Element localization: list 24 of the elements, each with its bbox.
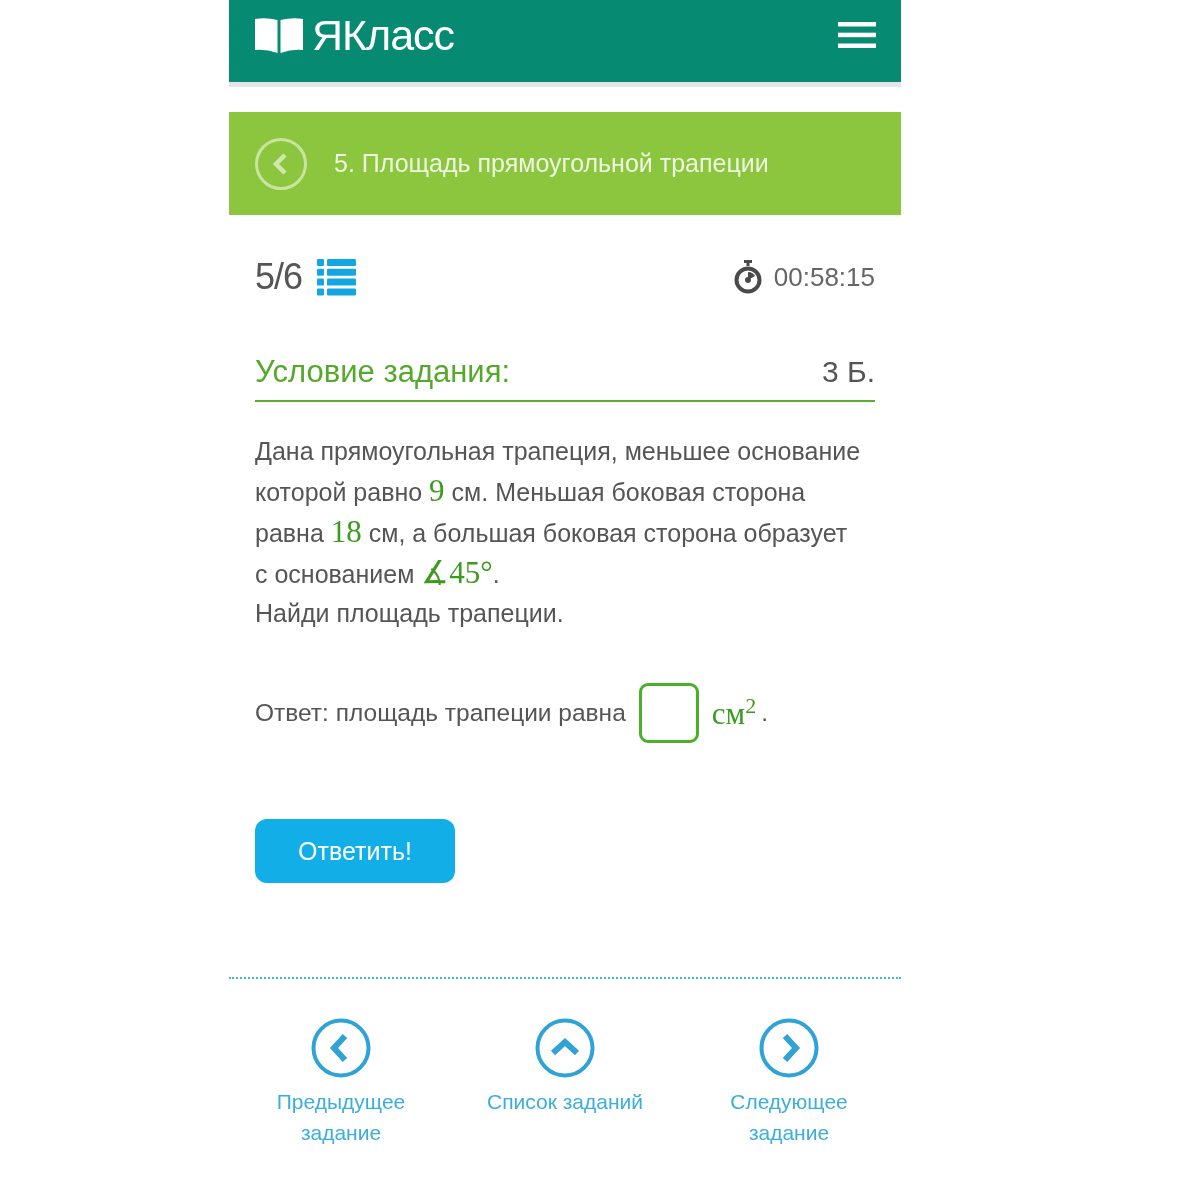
points-text: 3 Б.	[821, 355, 875, 389]
timer-text: 00:58:15	[773, 261, 875, 293]
topic-title: 5. Площадь прямоугольной трапеции	[334, 149, 769, 178]
chevron-up-circle-icon	[535, 1018, 595, 1078]
list-icon[interactable]	[317, 258, 357, 296]
back-button[interactable]	[255, 137, 307, 190]
open-book-icon	[255, 17, 303, 53]
answer-text: Ответ: площадь трапеции равна	[255, 699, 626, 727]
previous-task-link[interactable]: Предыдущее задание	[256, 1018, 426, 1148]
chevron-left-icon	[271, 152, 288, 175]
answer-input-field[interactable]	[638, 683, 699, 743]
chevron-left-circle-icon	[311, 1018, 371, 1078]
problem-text: Дана прямоугольная трапеция, меньшее основание которой равно 9 см. Меньшая боковая сторона равна 18 см, а большая боковая сторона образует с основанием ∡45°.	[255, 436, 862, 592]
task-counter: 5/6	[255, 256, 303, 298]
question-text: Найди площадь трапеции.	[255, 598, 565, 629]
next-task-link[interactable]: Следующее задание	[704, 1018, 874, 1148]
unit-text: см$^{2}$	[711, 693, 757, 733]
logo-text[interactable]: ЯКласс	[312, 11, 455, 59]
submit-button[interactable]: Ответить!	[255, 819, 455, 883]
chevron-right-circle-icon	[759, 1018, 819, 1078]
answer-text: .	[761, 699, 768, 727]
section-heading: Условие задания:	[255, 354, 511, 390]
task-list-link[interactable]: Список заданий	[487, 1018, 643, 1148]
menu-icon[interactable]	[838, 22, 876, 48]
